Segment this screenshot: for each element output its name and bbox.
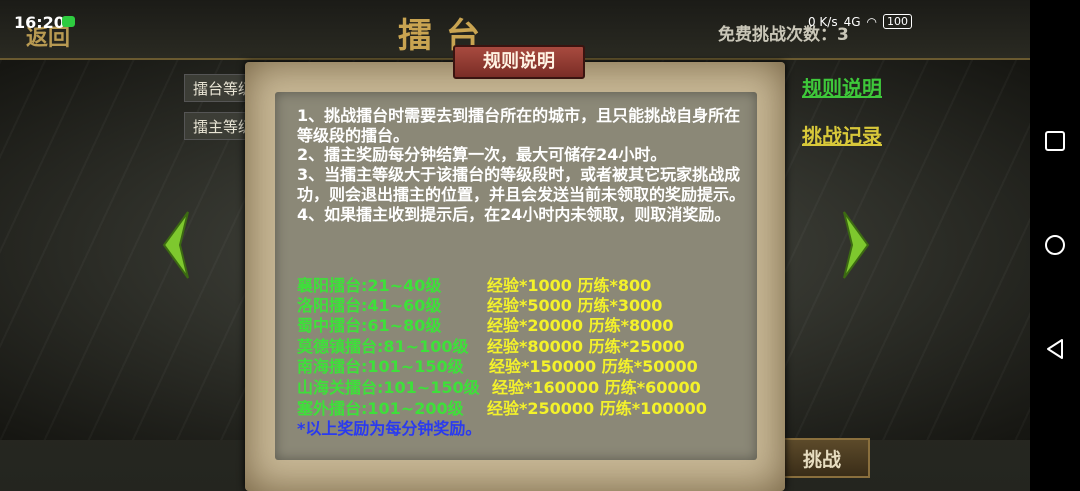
- chevron-left-icon[interactable]: [158, 210, 194, 280]
- chevron-right-icon[interactable]: [838, 210, 874, 280]
- circle-icon[interactable]: [1044, 234, 1066, 256]
- reward-footnote: *以上奖励为每分钟奖励。: [297, 419, 482, 438]
- challenge-button[interactable]: 挑战: [774, 438, 870, 478]
- system-nav-bar: [1030, 0, 1080, 491]
- dialog-title: 规则说明: [453, 45, 585, 79]
- reward-value: 经验*250000 历练*100000: [487, 399, 707, 418]
- rule-item: 4、如果擂主收到提示后，在24小时内未领取，则取消奖励。: [297, 204, 731, 224]
- signal-indicator: 4G: [843, 14, 861, 29]
- net-speed: 0 K/s: [807, 14, 838, 29]
- arena-level-tag: 擂台等级: [184, 74, 254, 102]
- battery-icon: 100: [883, 14, 912, 29]
- records-link[interactable]: 挑战记录: [802, 120, 882, 149]
- triangle-back-icon[interactable]: [1044, 338, 1066, 360]
- master-level-tag: 擂主等级: [184, 112, 254, 140]
- wifi-icon: ◠: [866, 14, 877, 29]
- rule-item: 2、擂主奖励每分钟结算一次，最大可储存24小时。: [297, 145, 667, 165]
- status-bar: 16:20 0 K/s 4G ◠ 100: [0, 0, 1030, 44]
- rules-text: 1、挑战擂台时需要去到擂台所在的城市，且只能挑战自身所在等级段的擂台。 2、擂主…: [297, 106, 747, 224]
- rule-item: 3、当擂主等级大于该擂台的等级段时，或者被其它玩家挑战成功，则会退出擂主的位置，…: [297, 165, 746, 204]
- rules-link[interactable]: 规则说明: [802, 72, 882, 101]
- clock: 16:20: [14, 13, 65, 32]
- square-icon[interactable]: [1044, 130, 1066, 152]
- rule-item: 1、挑战擂台时需要去到擂台所在的城市，且只能挑战自身所在等级段的擂台。: [297, 106, 741, 145]
- wechat-icon: [62, 16, 75, 27]
- system-indicators: 0 K/s 4G ◠ 100: [808, 14, 912, 29]
